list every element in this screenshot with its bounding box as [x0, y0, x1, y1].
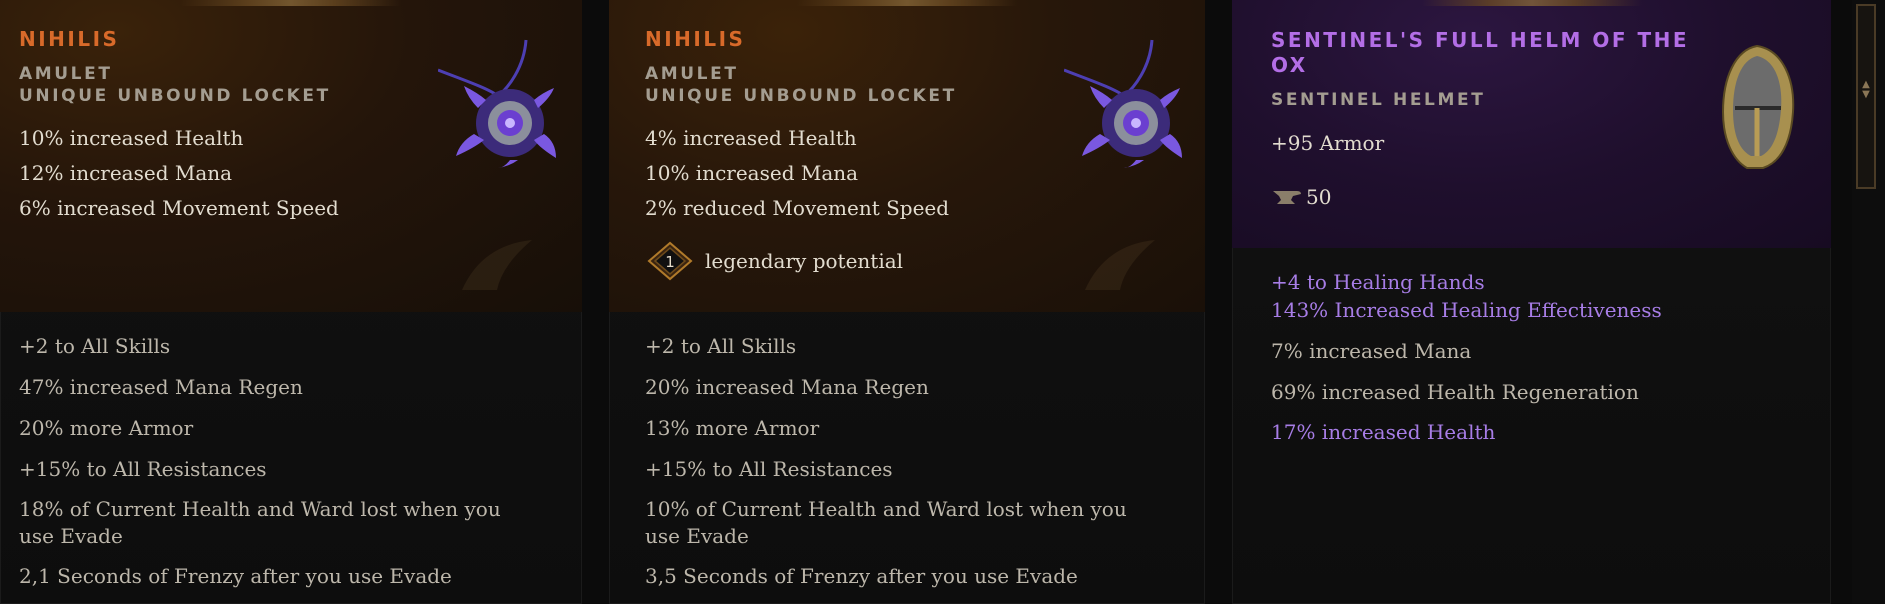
mod-armor: 20% more Armor	[19, 416, 194, 440]
forge-potential-icon	[1273, 191, 1301, 204]
mod-all-skills: +2 to All Skills	[19, 334, 171, 358]
item-tooltip-card-1: NIHILIS AMULET UNIQUE UNBOUND LOCKET 10%…	[0, 0, 582, 604]
item-rarity: UNIQUE UNBOUND LOCKET	[19, 86, 331, 106]
legendary-potential-label: legendary potential	[705, 249, 904, 273]
forge-potential-value: 50	[1306, 185, 1332, 209]
top-ornament	[181, 0, 401, 6]
implicit-health: 10% increased Health	[19, 126, 244, 150]
mod-resistances: +15% to All Resistances	[645, 457, 893, 481]
item-type: AMULET	[645, 64, 739, 84]
item-name: NIHILIS	[19, 27, 120, 51]
item-tooltip-card-2: NIHILIS AMULET UNIQUE UNBOUND LOCKET 4% …	[609, 0, 1205, 604]
mod-health-ward-lost: 18% of Current Health and Ward lost when…	[19, 497, 501, 548]
scrollbar[interactable]: ▲ ▼	[1852, 0, 1885, 604]
mod-all-skills: +2 to All Skills	[645, 334, 797, 358]
top-ornament	[797, 0, 1017, 6]
watermark-icon	[1085, 240, 1155, 290]
mod-mana-regen: 20% increased Mana Regen	[645, 375, 929, 399]
watermark-icon	[462, 240, 532, 290]
item-type: SENTINEL HELMET	[1271, 90, 1486, 110]
amulet-icon	[438, 39, 556, 168]
mod-health-regeneration: 69% increased Health Regeneration	[1271, 380, 1639, 404]
implicit-movement-speed: 2% reduced Movement Speed	[645, 196, 950, 220]
implicit-mana: 10% increased Mana	[645, 161, 859, 185]
item-type: AMULET	[19, 64, 113, 84]
legendary-potential-icon: 1	[647, 241, 693, 281]
item-name: NIHILIS	[645, 27, 746, 51]
mod-frenzy: 3,5 Seconds of Frenzy after you use Evad…	[645, 564, 1078, 588]
helmet-icon	[1721, 44, 1795, 169]
mod-resistances: +15% to All Resistances	[19, 457, 267, 481]
item-tooltip-card-3: SENTINEL'S FULL HELM OF THE OX SENTINEL …	[1232, 0, 1831, 604]
set-mod-healing-effectiveness: 143% Increased Healing Effectiveness	[1271, 298, 1662, 322]
implicit-movement-speed: 6% increased Movement Speed	[19, 196, 339, 220]
mod-mana-regen: 47% increased Mana Regen	[19, 375, 303, 399]
implicit-armor: +95 Armor	[1271, 131, 1385, 155]
implicit-health: 4% increased Health	[645, 126, 857, 150]
legendary-potential-value: 1	[665, 253, 675, 271]
set-mod-healing-hands: +4 to Healing Hands	[1271, 270, 1485, 294]
mod-increased-mana: 7% increased Mana	[1271, 339, 1472, 363]
implicit-mana: 12% increased Mana	[19, 161, 233, 185]
mod-health-ward-lost: 10% of Current Health and Ward lost when…	[645, 497, 1127, 548]
scroll-arrows-icon: ▲ ▼	[1862, 79, 1870, 100]
amulet-icon	[1064, 39, 1182, 168]
top-ornament	[1421, 0, 1642, 6]
mod-increased-health: 17% increased Health	[1271, 420, 1496, 444]
mod-armor: 13% more Armor	[645, 416, 820, 440]
item-name: SENTINEL'S FULL HELM OF THE OX	[1271, 28, 1690, 77]
mod-frenzy: 2,1 Seconds of Frenzy after you use Evad…	[19, 564, 452, 588]
item-rarity: UNIQUE UNBOUND LOCKET	[645, 86, 957, 106]
